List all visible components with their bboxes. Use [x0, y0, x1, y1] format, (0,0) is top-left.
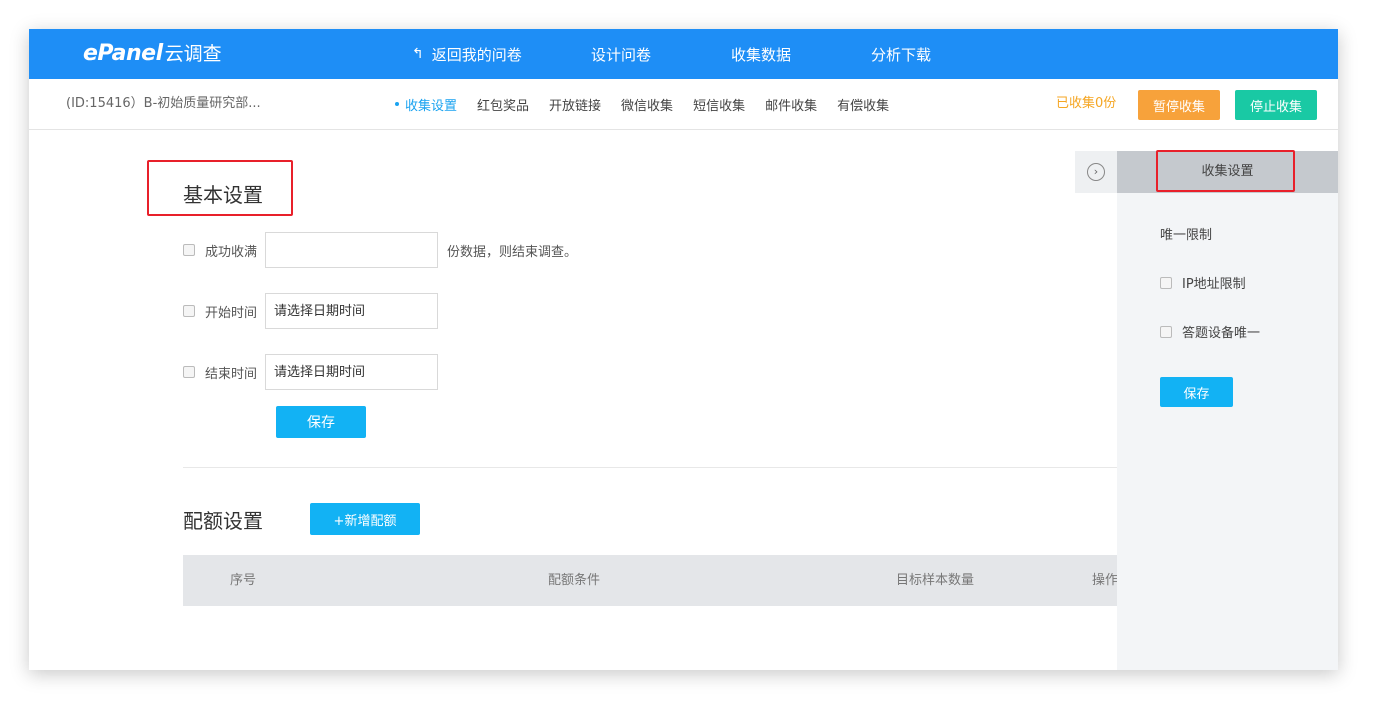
success-limit-checkbox[interactable]: [183, 244, 195, 256]
column-header-condition: 配额条件: [548, 573, 601, 588]
pause-collection-button[interactable]: 暂停收集: [1138, 90, 1220, 120]
logo-subtitle: 云调查: [164, 43, 222, 65]
stop-collection-button[interactable]: 停止收集: [1235, 90, 1317, 120]
tab-label: 收集设置: [405, 98, 458, 114]
nav-label: 分析下载: [871, 45, 932, 64]
nav-label: 设计问卷: [591, 45, 652, 64]
tab-paid[interactable]: 有偿收集: [837, 95, 889, 114]
tab-open-link[interactable]: 开放链接: [549, 95, 601, 114]
nav-analyze-download[interactable]: 分析下载: [871, 29, 931, 79]
nav-back-to-my-surveys[interactable]: ↰ 返回我的问卷: [412, 29, 522, 79]
column-header-action: 操作: [1092, 573, 1119, 588]
nav-collect-data[interactable]: 收集数据: [731, 29, 791, 79]
start-time-input[interactable]: [265, 293, 439, 329]
quota-settings-title: 配额设置: [183, 509, 263, 533]
device-unique-row: 答题设备唯一: [1160, 322, 1260, 341]
start-time-checkbox[interactable]: [183, 305, 195, 317]
app-window: ePanel 云调查 ↰ 返回我的问卷 设计问卷 收集数据 分析下载 (ID:1…: [29, 29, 1338, 670]
logo-brand: ePanel: [83, 41, 163, 66]
unique-limit-title: 唯一限制: [1160, 228, 1213, 243]
panel-toggle-button[interactable]: ›: [1075, 151, 1117, 193]
tab-red-packet[interactable]: 红包奖品: [477, 95, 529, 114]
tab-sms[interactable]: 短信收集: [693, 95, 745, 114]
logo: ePanel 云调查: [83, 39, 222, 69]
nav-label: 返回我的问卷: [431, 45, 522, 64]
ip-limit-row: IP地址限制: [1160, 273, 1246, 292]
collection-tabs: 收集设置 红包奖品 开放链接 微信收集 短信收集 邮件收集 有偿收集: [395, 79, 909, 129]
end-time-checkbox[interactable]: [183, 366, 195, 378]
add-quota-button[interactable]: +新增配额: [310, 503, 420, 535]
end-time-input[interactable]: [265, 354, 439, 390]
nav-label: 收集数据: [731, 45, 792, 64]
top-nav-bar: ePanel 云调查 ↰ 返回我的问卷 设计问卷 收集数据 分析下载: [29, 29, 1338, 79]
save-basic-button[interactable]: 保存: [276, 406, 366, 438]
collected-count: 已收集0份: [1056, 96, 1117, 111]
tab-collection-settings[interactable]: 收集设置: [395, 95, 457, 114]
column-header-target: 目标样本数量: [896, 573, 975, 588]
device-unique-label: 答题设备唯一: [1182, 326, 1261, 341]
device-unique-checkbox[interactable]: [1160, 325, 1172, 338]
start-time-row: 开始时间: [183, 293, 439, 329]
quota-table-header: 序号 配额条件 目标样本数量 操作: [183, 555, 1119, 606]
right-settings-panel: 收集设置 唯一限制 IP地址限制 答题设备唯一: [1117, 151, 1338, 670]
tab-email[interactable]: 邮件收集: [765, 95, 817, 114]
success-limit-row: 成功收满 份数据，则结束调查。: [183, 232, 577, 268]
success-limit-label: 成功收满: [205, 244, 258, 260]
success-limit-suffix: 份数据，则结束调查。: [447, 244, 578, 260]
back-arrow-icon: ↰: [412, 46, 424, 62]
ip-limit-label: IP地址限制: [1182, 277, 1246, 292]
chevron-right-circle-icon: ›: [1087, 163, 1105, 181]
success-count-input[interactable]: [265, 232, 439, 268]
active-dot-icon: [395, 102, 399, 106]
section-divider: [183, 467, 1117, 468]
save-panel-button[interactable]: 保存: [1160, 377, 1233, 407]
survey-id: (ID:15416）B-初始质量研究部...: [66, 96, 261, 111]
end-time-row: 结束时间: [183, 354, 439, 390]
highlight-box-panel: [1156, 150, 1295, 192]
ip-limit-checkbox[interactable]: [1160, 276, 1172, 289]
nav-design-survey[interactable]: 设计问卷: [591, 29, 651, 79]
tab-wechat[interactable]: 微信收集: [621, 95, 673, 114]
start-time-label: 开始时间: [205, 305, 258, 321]
end-time-label: 结束时间: [205, 366, 258, 382]
basic-settings-title: 基本设置: [183, 183, 263, 207]
column-header-index: 序号: [230, 573, 257, 588]
